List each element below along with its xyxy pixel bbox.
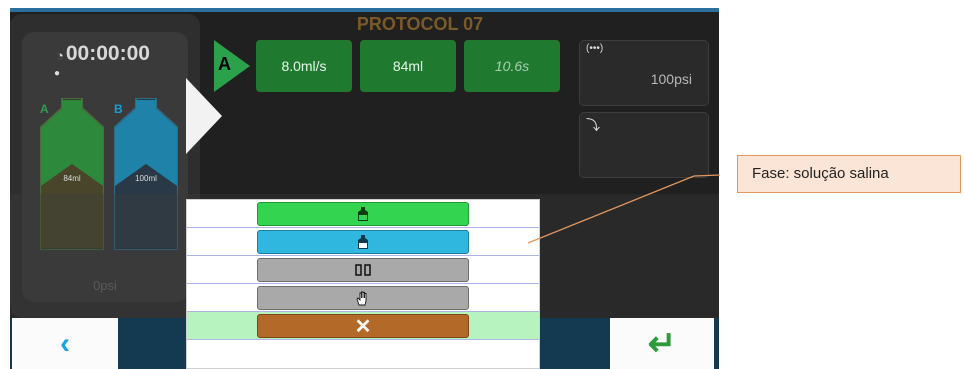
annotation-callout: Fase: solução salina [737,155,961,193]
